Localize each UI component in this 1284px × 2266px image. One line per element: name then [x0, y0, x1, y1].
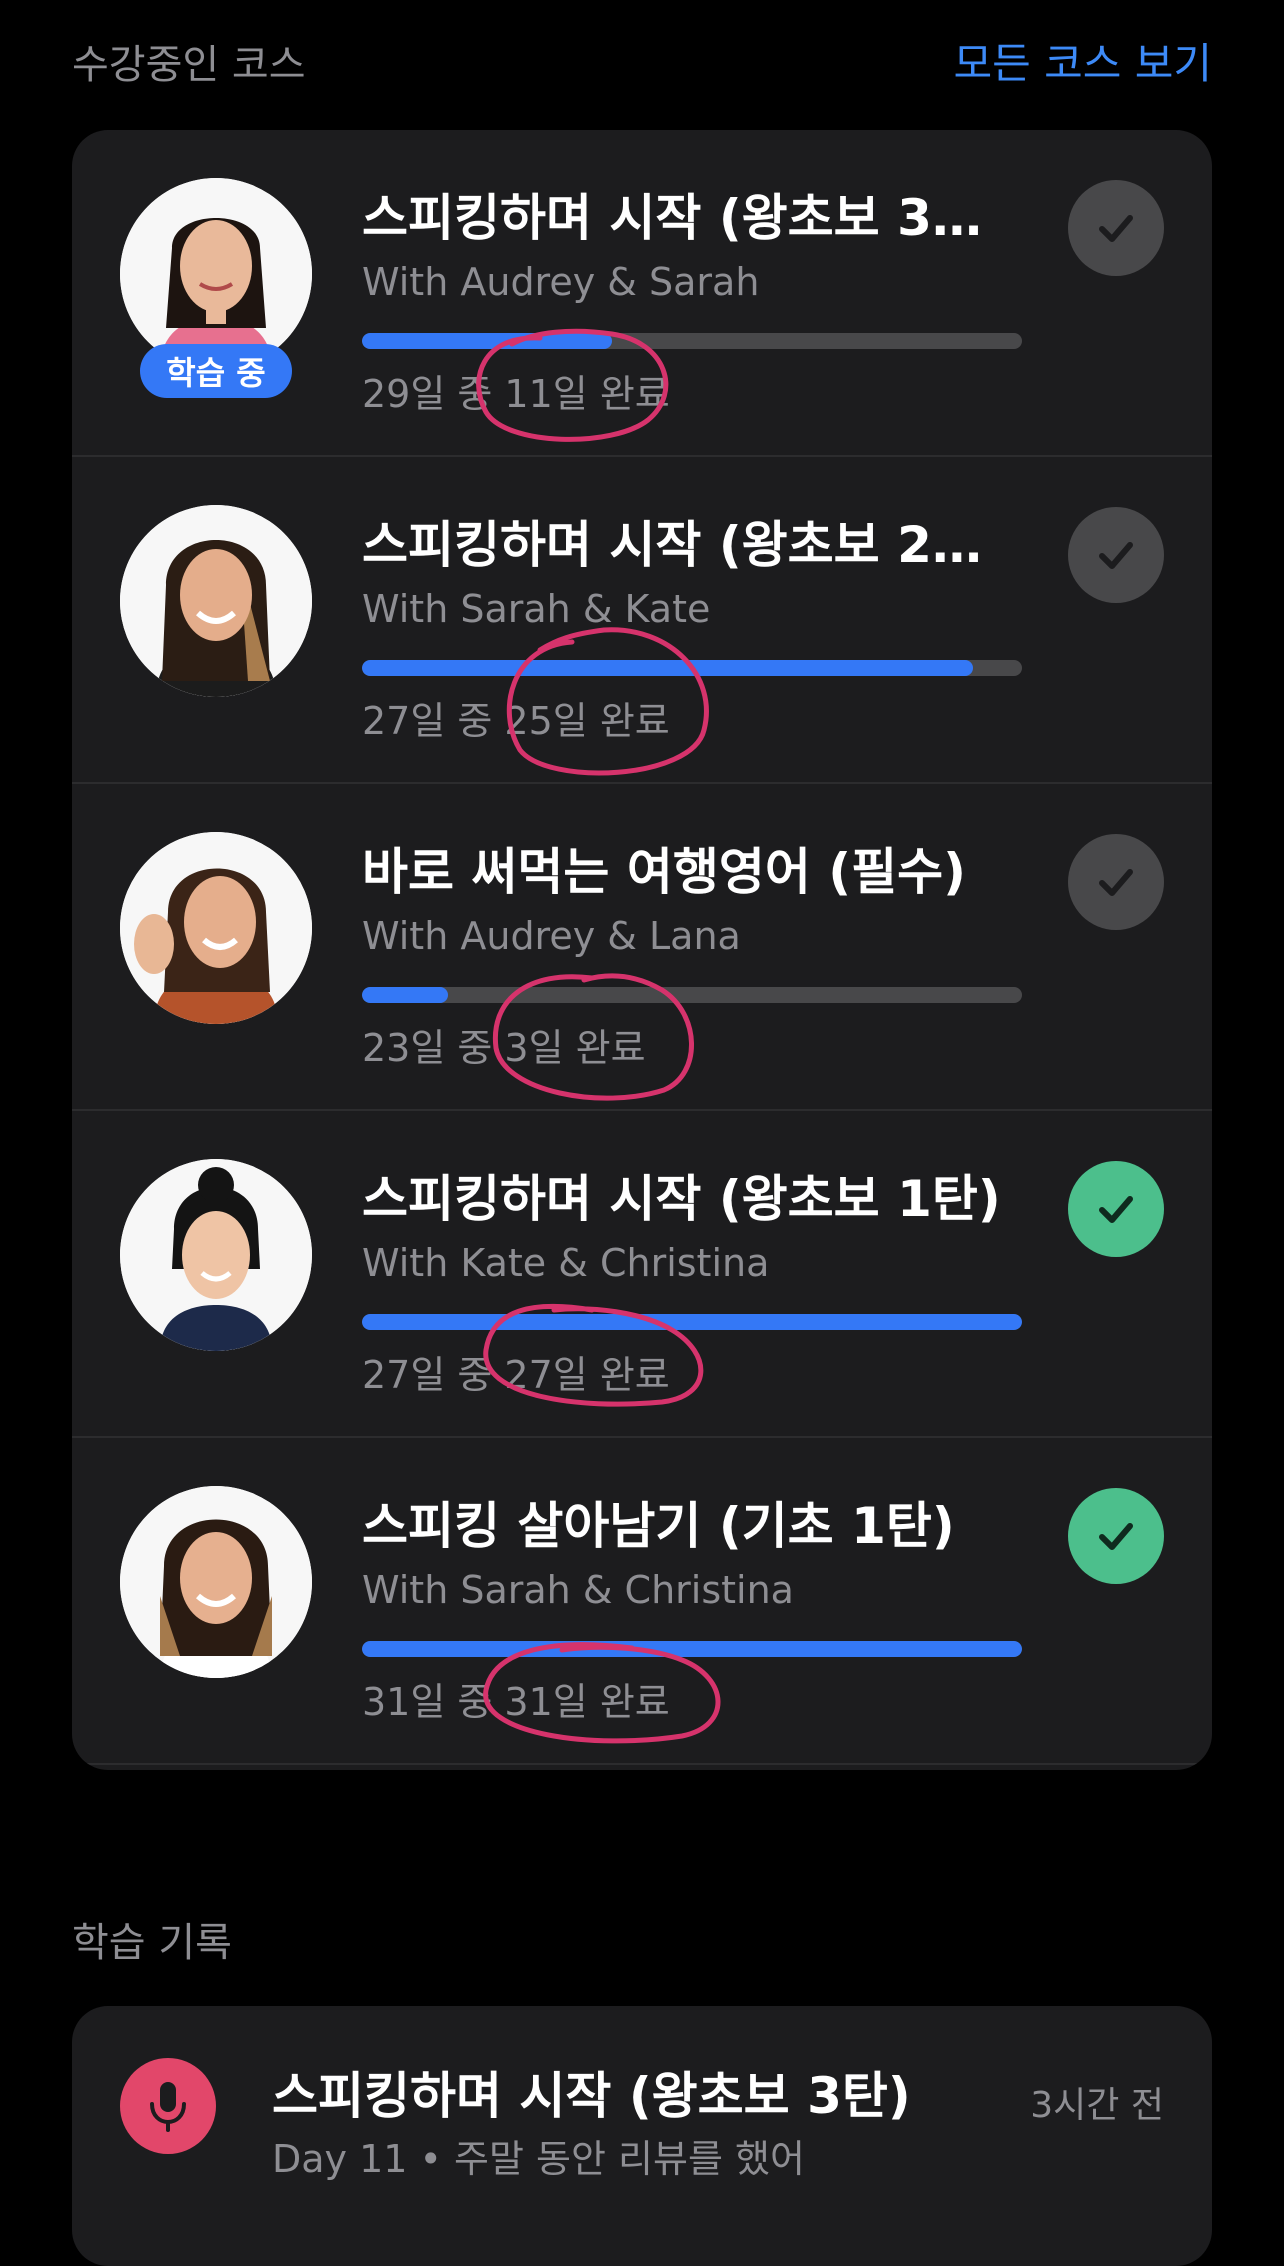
instructor-avatar: [120, 832, 312, 1024]
course-row[interactable]: 스피킹하며 시작 (왕초보 1탄) With Kate & Christina …: [72, 1111, 1212, 1438]
progress-text: 23일 중 3일 완료: [362, 1026, 646, 1070]
instructor-avatar: [120, 1159, 312, 1351]
course-title: 바로 써먹는 여행영어 (필수): [362, 843, 966, 901]
courses-card: 학습 중 스피킹하며 시작 (왕초보 3… With Audrey & Sara…: [72, 130, 1212, 1770]
history-item[interactable]: 스피킹하며 시작 (왕초보 3탄) 3시간 전 Day 11 • 주말 동안 리…: [72, 2006, 1212, 2266]
progress-fill: [362, 1641, 1022, 1657]
instructor-avatar: [120, 505, 312, 697]
progress-bar: [362, 333, 1022, 349]
progress-fill: [362, 333, 613, 349]
course-instructors: With Sarah & Kate: [362, 587, 711, 631]
course-instructors: With Audrey & Lana: [362, 914, 741, 958]
history-section-title: 학습 기록: [72, 1920, 232, 1966]
course-title: 스피킹하며 시작 (왕초보 1탄): [362, 1170, 1001, 1228]
course-row[interactable]: 학습 중 스피킹하며 시작 (왕초보 3… With Audrey & Sara…: [72, 130, 1212, 457]
course-instructors: With Audrey & Sarah: [362, 260, 760, 304]
progress-fill: [362, 660, 974, 676]
instructor-avatar: [120, 178, 312, 370]
progress-bar: [362, 660, 1022, 676]
course-row[interactable]: 스피킹하며 시작 (왕초보 2… With Sarah & Kate 27일 중…: [72, 457, 1212, 784]
course-title: 스피킹하며 시작 (왕초보 2…: [362, 516, 982, 574]
see-all-courses-link[interactable]: 모든 코스 보기: [953, 30, 1212, 91]
course-instructors: With Kate & Christina: [362, 1241, 770, 1285]
progress-fill: [362, 987, 448, 1003]
courses-section-title: 수강중인 코스: [72, 41, 306, 88]
checkmark-icon[interactable]: [1068, 1161, 1164, 1257]
checkmark-icon[interactable]: [1068, 1488, 1164, 1584]
checkmark-icon[interactable]: [1068, 180, 1164, 276]
instructor-avatar: [120, 1486, 312, 1678]
progress-text: 29일 중 11일 완료: [362, 372, 670, 416]
history-timestamp: 3시간 전: [1030, 2085, 1164, 2126]
progress-bar: [362, 1641, 1022, 1657]
course-row[interactable]: 바로 써먹는 여행영어 (필수) With Audrey & Lana 23일 …: [72, 784, 1212, 1111]
studying-badge: 학습 중: [140, 344, 292, 398]
progress-bar: [362, 1314, 1022, 1330]
progress-fill: [362, 1314, 1022, 1330]
history-title: 스피킹하며 시작 (왕초보 3탄): [272, 2067, 911, 2125]
checkmark-icon[interactable]: [1068, 507, 1164, 603]
history-subtitle: Day 11 • 주말 동안 리뷰를 했어: [272, 2137, 805, 2181]
progress-text: 31일 중 31일 완료: [362, 1680, 670, 1724]
history-header: 학습 기록: [72, 1910, 1212, 1968]
progress-text: 27일 중 25일 완료: [362, 699, 670, 743]
course-instructors: With Sarah & Christina: [362, 1568, 794, 1612]
course-title: 스피킹하며 시작 (왕초보 3…: [362, 189, 982, 247]
progress-text: 27일 중 27일 완료: [362, 1353, 670, 1397]
checkmark-icon[interactable]: [1068, 834, 1164, 930]
progress-bar: [362, 987, 1022, 1003]
course-row[interactable]: 스피킹 살아남기 (기초 1탄) With Sarah & Christina …: [72, 1438, 1212, 1765]
courses-header: 수강중인 코스 모든 코스 보기: [72, 30, 1212, 91]
microphone-icon: [120, 2058, 216, 2154]
course-title: 스피킹 살아남기 (기초 1탄): [362, 1497, 955, 1555]
